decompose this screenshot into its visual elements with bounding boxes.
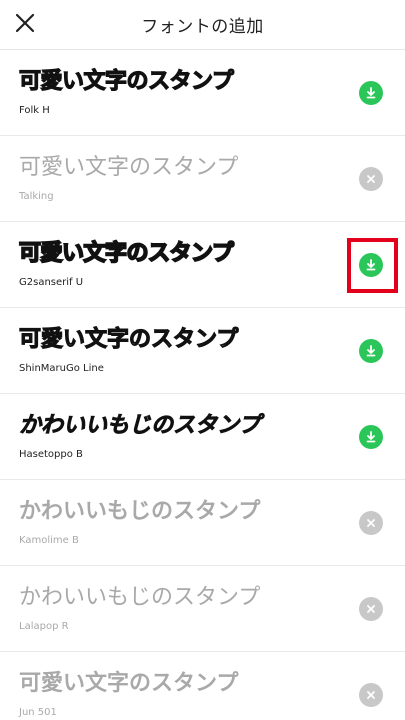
font-sample-text: 可愛い文字のスタンプ	[19, 671, 239, 696]
remove-button[interactable]	[359, 167, 383, 191]
remove-icon	[367, 691, 375, 699]
font-sample-text: 可愛い文字のスタンプ	[18, 240, 235, 267]
download-button[interactable]	[359, 81, 383, 105]
font-name-label: Hasetoppo B	[19, 449, 83, 460]
font-sample-text: 可愛い文字のスタンプ	[18, 68, 234, 94]
remove-button[interactable]	[359, 683, 383, 707]
download-button[interactable]	[359, 253, 383, 277]
remove-button[interactable]	[359, 597, 383, 621]
font-sample-text: かわいいもじのスタンプ	[19, 585, 261, 610]
font-row-g2sanserif-u[interactable]: 可愛い文字のスタンプ G2sanserif U	[0, 222, 405, 308]
remove-icon	[367, 605, 375, 613]
font-row-lalapop-r[interactable]: かわいいもじのスタンプ Lalapop R	[0, 566, 405, 652]
download-button[interactable]	[359, 425, 383, 449]
font-row-talking[interactable]: 可愛い文字のスタンプ Talking	[0, 136, 405, 222]
font-sample-text: 可愛い文字のスタンプ	[19, 155, 239, 180]
font-row-hasetoppo-b[interactable]: かわいいもじのスタンプ Hasetoppo B	[0, 394, 405, 480]
font-row-kamolime-b[interactable]: かわいいもじのスタンプ Kamolime B	[0, 480, 405, 566]
font-name-label: Folk H	[19, 105, 50, 116]
font-name-label: Lalapop R	[19, 621, 69, 632]
font-name-label: Talking	[19, 191, 54, 202]
font-name-label: G2sanserif U	[19, 277, 84, 288]
download-icon	[366, 87, 376, 99]
font-list: 可愛い文字のスタンプ Folk H 可愛い文字のスタンプ Talking 可愛い…	[0, 50, 405, 720]
font-row-folk-h[interactable]: 可愛い文字のスタンプ Folk H	[0, 50, 405, 136]
font-row-shinmarugo-line[interactable]: 可愛い文字のスタンプ ShinMaruGo Line	[0, 308, 405, 394]
download-button[interactable]	[359, 339, 383, 363]
remove-button[interactable]	[359, 511, 383, 535]
font-sample-text: 可愛い文字のスタンプ	[18, 326, 239, 352]
page-title: フォントの追加	[141, 17, 264, 37]
font-sample-text: かわいいもじのスタンプ	[19, 413, 261, 439]
header-bar: フォントの追加	[0, 0, 405, 50]
font-name-label: Kamolime B	[19, 535, 79, 546]
download-icon	[366, 431, 376, 443]
download-icon	[366, 345, 376, 357]
font-name-label: Jun 501	[19, 707, 57, 718]
remove-icon	[367, 175, 375, 183]
font-sample-text: かわいいもじのスタンプ	[19, 499, 261, 524]
download-icon	[366, 259, 376, 271]
font-add-screen: フォントの追加 可愛い文字のスタンプ Folk H 可愛い文字のスタンプ Tal…	[0, 0, 405, 720]
font-row-jun-501[interactable]: 可愛い文字のスタンプ Jun 501	[0, 652, 405, 720]
remove-icon	[367, 519, 375, 527]
font-name-label: ShinMaruGo Line	[19, 363, 104, 374]
